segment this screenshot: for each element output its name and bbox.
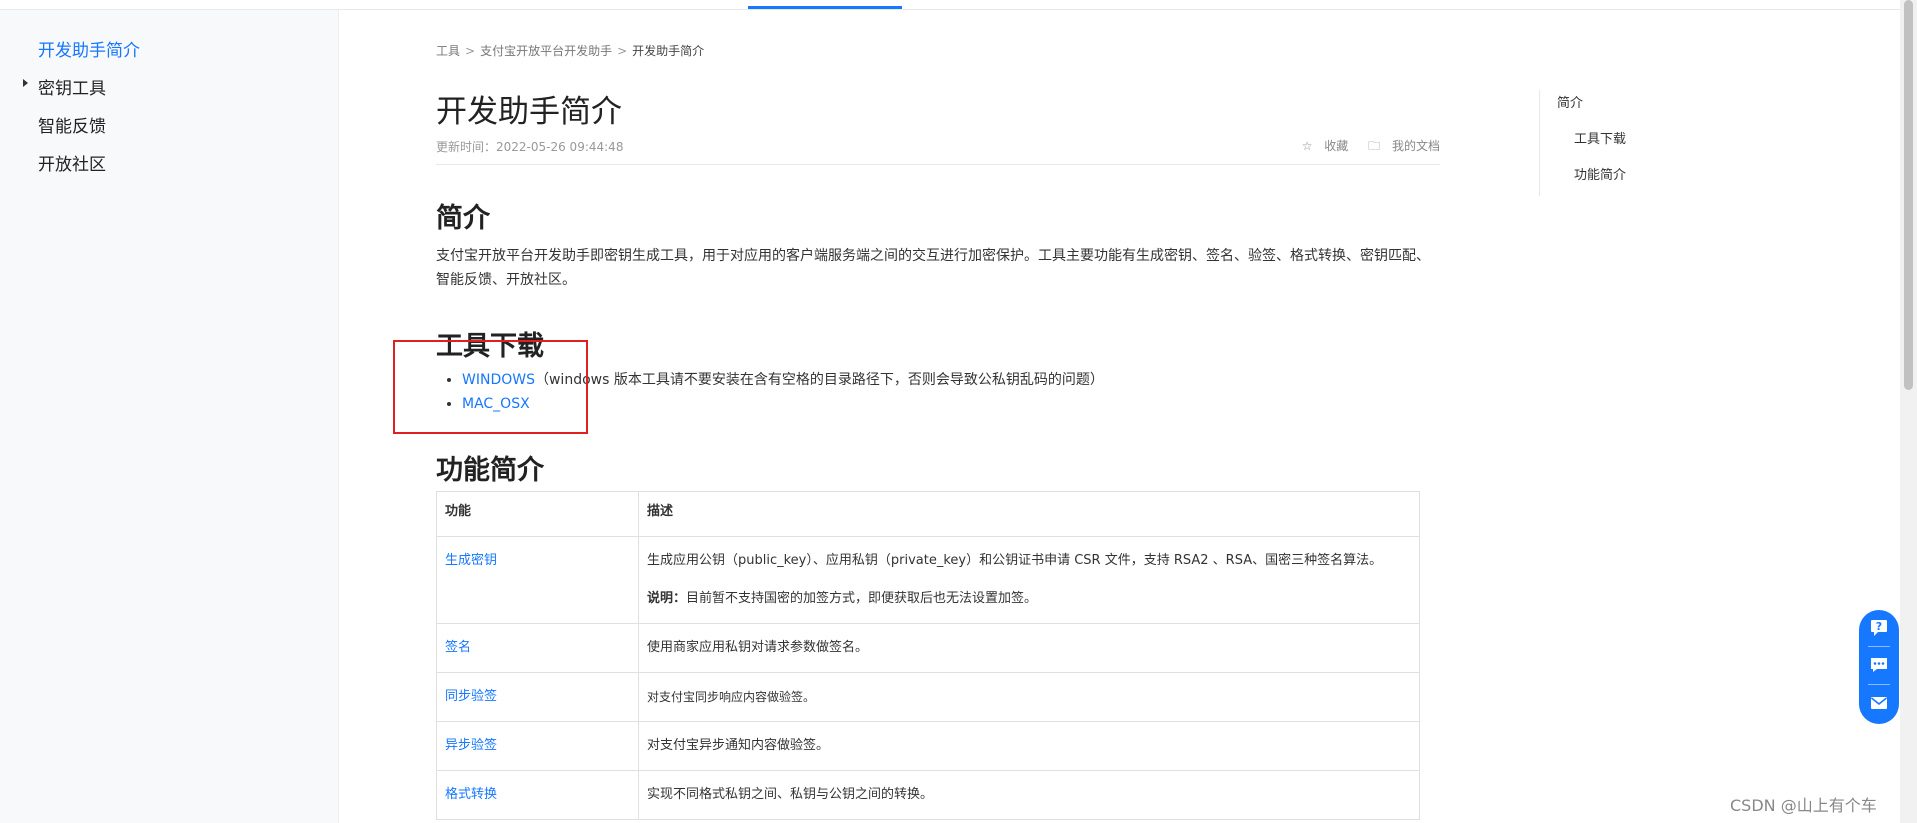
description-cell: 生成应用公钥（public_key）、应用私钥（private_key）和公钥证…	[638, 536, 1420, 624]
sidebar-item-key-tools[interactable]: 密钥工具	[38, 74, 106, 99]
chat-icon[interactable]	[1869, 655, 1889, 675]
divider	[1868, 684, 1890, 685]
divider	[1868, 646, 1890, 647]
toc-item-download[interactable]: 工具下载	[1574, 128, 1626, 147]
watermark: CSDN @山上有个车	[1730, 796, 1877, 815]
feature-cell: 签名	[436, 623, 639, 673]
feature-link-sync-verify[interactable]: 同步验签	[445, 689, 497, 704]
star-icon: ☆	[1301, 139, 1313, 153]
table-row: 异步验签 对支付宝异步通知内容做验签。	[436, 721, 1420, 771]
feature-cell: 生成密钥	[436, 536, 639, 624]
windows-note: （windows 版本工具请不要安装在含有空格的目录路径下，否则会导致公私钥乱码…	[534, 372, 1104, 388]
table-row: 签名 使用商家应用私钥对请求参数做签名。	[436, 623, 1420, 673]
breadcrumb-separator: >	[465, 44, 476, 58]
collect-label: 收藏	[1324, 139, 1349, 153]
top-nav-bar	[0, 0, 1900, 10]
note-label: 说明：	[647, 591, 687, 606]
description-cell: 使用商家应用私钥对请求参数做签名。	[638, 623, 1420, 673]
section-heading-features: 功能简介	[436, 455, 544, 486]
my-docs-label: 我的文档	[1391, 139, 1440, 153]
column-header-description: 描述	[638, 491, 1420, 537]
feature-link-sign[interactable]: 签名	[445, 640, 471, 655]
svg-text:?: ?	[1876, 620, 1882, 633]
page-title: 开发助手简介	[436, 94, 622, 130]
breadcrumb: 工具 > 支付宝开放平台开发助手 > 开发助手简介	[436, 42, 704, 59]
my-docs-button[interactable]: 🗀 我的文档	[1360, 139, 1440, 153]
table-row: 生成密钥 生成应用公钥（public_key）、应用私钥（private_key…	[436, 536, 1420, 624]
annotation-highlight-box	[393, 340, 588, 434]
features-table: 功能 描述 生成密钥 生成应用公钥（public_key）、应用私钥（priva…	[436, 491, 1420, 820]
sidebar-item-community[interactable]: 开放社区	[38, 150, 106, 175]
description-cell: 实现不同格式私钥之间、私钥与公钥之间的转换。	[638, 770, 1420, 820]
description-text: 生成应用公钥（public_key）、应用私钥（private_key）和公钥证…	[647, 553, 1383, 568]
doc-actions: ☆ 收藏 🗀 我的文档	[1286, 137, 1440, 158]
breadcrumb-item-assistant[interactable]: 支付宝开放平台开发助手	[480, 44, 612, 58]
description-cell: 对支付宝同步响应内容做验签。	[638, 672, 1420, 722]
floating-help-bar: ?	[1859, 610, 1899, 724]
toc-item-features[interactable]: 功能简介	[1574, 164, 1626, 183]
intro-paragraph: 支付宝开放平台开发助手即密钥生成工具，用于对应用的客户端服务端之间的交互进行加密…	[436, 248, 1430, 288]
folder-icon: 🗀	[1368, 139, 1381, 153]
feature-cell: 同步验签	[436, 672, 639, 722]
table-of-contents: 简介 工具下载 功能简介	[1539, 90, 1700, 196]
doc-sidebar: 开发助手简介 密钥工具 智能反馈 开放社区	[0, 10, 339, 823]
top-nav-active-indicator	[748, 6, 902, 9]
update-time: 更新时间：2022-05-26 09:44:48	[436, 140, 624, 154]
caret-right-icon[interactable]	[23, 79, 28, 87]
sidebar-item-intro[interactable]: 开发助手简介	[38, 36, 140, 61]
collect-button[interactable]: ☆ 收藏	[1294, 139, 1349, 153]
title-divider	[436, 164, 1440, 165]
feedback-mail-icon[interactable]	[1869, 693, 1889, 713]
sidebar-item-feedback[interactable]: 智能反馈	[38, 112, 106, 137]
page-scrollbar[interactable]	[1900, 0, 1917, 823]
breadcrumb-separator: >	[617, 44, 628, 58]
description-note: 说明：目前暂不支持国密的加签方式，即便获取后也无法设置加签。	[647, 587, 1411, 611]
column-header-feature: 功能	[436, 491, 639, 537]
table-header-row: 功能 描述	[436, 491, 1420, 537]
table-row: 同步验签 对支付宝同步响应内容做验签。	[436, 672, 1420, 722]
description-cell: 对支付宝异步通知内容做验签。	[638, 721, 1420, 771]
note-text: 目前暂不支持国密的加签方式，即便获取后也无法设置加签。	[686, 591, 1038, 606]
table-row: 格式转换 实现不同格式私钥之间、私钥与公钥之间的转换。	[436, 770, 1420, 820]
feature-link-format-convert[interactable]: 格式转换	[445, 787, 497, 802]
help-icon[interactable]: ?	[1869, 618, 1889, 638]
scrollbar-thumb[interactable]	[1904, 0, 1913, 390]
feature-link-async-verify[interactable]: 异步验签	[445, 738, 497, 753]
feature-cell: 异步验签	[436, 721, 639, 771]
breadcrumb-item-current: 开发助手简介	[632, 44, 705, 58]
toc-item-intro[interactable]: 简介	[1557, 92, 1583, 111]
feature-cell: 格式转换	[436, 770, 639, 820]
section-heading-intro: 简介	[436, 203, 490, 234]
breadcrumb-item-tools[interactable]: 工具	[436, 44, 460, 58]
feature-link-generate-key[interactable]: 生成密钥	[445, 553, 497, 568]
